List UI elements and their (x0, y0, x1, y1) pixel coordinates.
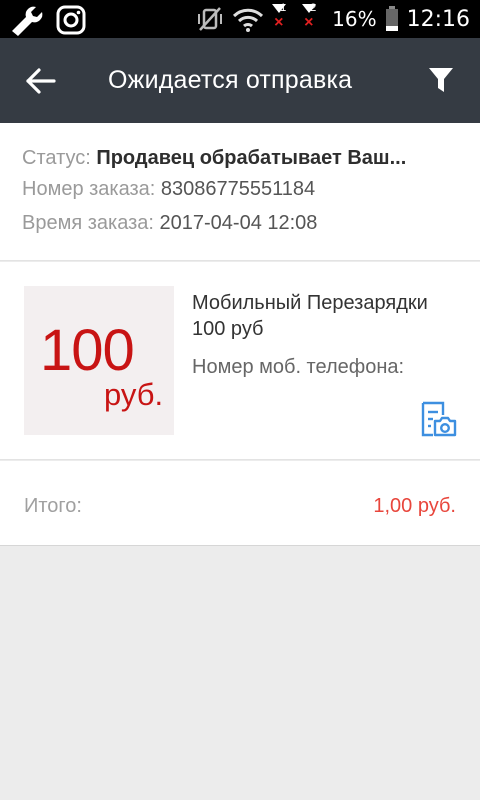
document-camera-icon[interactable] (419, 401, 457, 437)
total-value: 1,00 руб. (373, 495, 456, 517)
instagram-icon (56, 5, 86, 35)
order-total-row: Итого: 1,00 руб. (0, 461, 480, 546)
battery-percent: 16% (332, 7, 377, 31)
wifi-icon (233, 8, 264, 32)
order-number-row: Номер заказа: 83086775551184 (22, 178, 315, 201)
product-image-amount: 100 (40, 318, 135, 383)
sim1-signal-icon: 1 × (272, 2, 287, 31)
mute-vibrate-icon (198, 7, 223, 31)
filter-icon[interactable] (428, 66, 454, 94)
product-card[interactable]: 100 руб. Мобильный Перезарядки 100 руб Н… (0, 262, 480, 460)
status-bar-left (8, 4, 86, 36)
status-bar-right: 1 × 2 × 16% 12:16 (196, 0, 470, 38)
page-title: Ожидается отправка (108, 66, 353, 94)
phone-number-label: Номер моб. телефона: (192, 356, 405, 378)
order-status-row: Статус: Продавец обрабатывает Ваш... (22, 147, 452, 170)
back-arrow-icon[interactable] (24, 64, 58, 98)
total-label: Итого: (24, 495, 82, 517)
sim2-signal-icon: 2 × (302, 2, 317, 31)
order-time-row: Время заказа: 2017-04-04 12:08 (22, 212, 317, 235)
order-number-value: 83086775551184 (160, 178, 316, 200)
battery-icon (385, 6, 398, 31)
status-bar: 1 × 2 × 16% 12:16 (0, 0, 480, 38)
order-number-label: Номер заказа: (22, 178, 156, 200)
product-image[interactable]: 100 руб. (24, 286, 174, 435)
product-name[interactable]: Мобильный Перезарядки 100 руб (192, 290, 462, 342)
status-label: Статус: (22, 147, 91, 169)
order-time-value: 2017-04-04 12:08 (159, 212, 318, 234)
clock: 12:16 (406, 6, 470, 32)
wrench-icon (12, 6, 43, 36)
product-image-currency: руб. (104, 377, 164, 412)
status-value: Продавец обрабатывает Ваш... (96, 147, 407, 169)
app-bar: Ожидается отправка (0, 38, 480, 123)
order-info-card: Статус: Продавец обрабатывает Ваш... Ном… (0, 123, 480, 261)
order-time-label: Время заказа: (22, 212, 154, 234)
